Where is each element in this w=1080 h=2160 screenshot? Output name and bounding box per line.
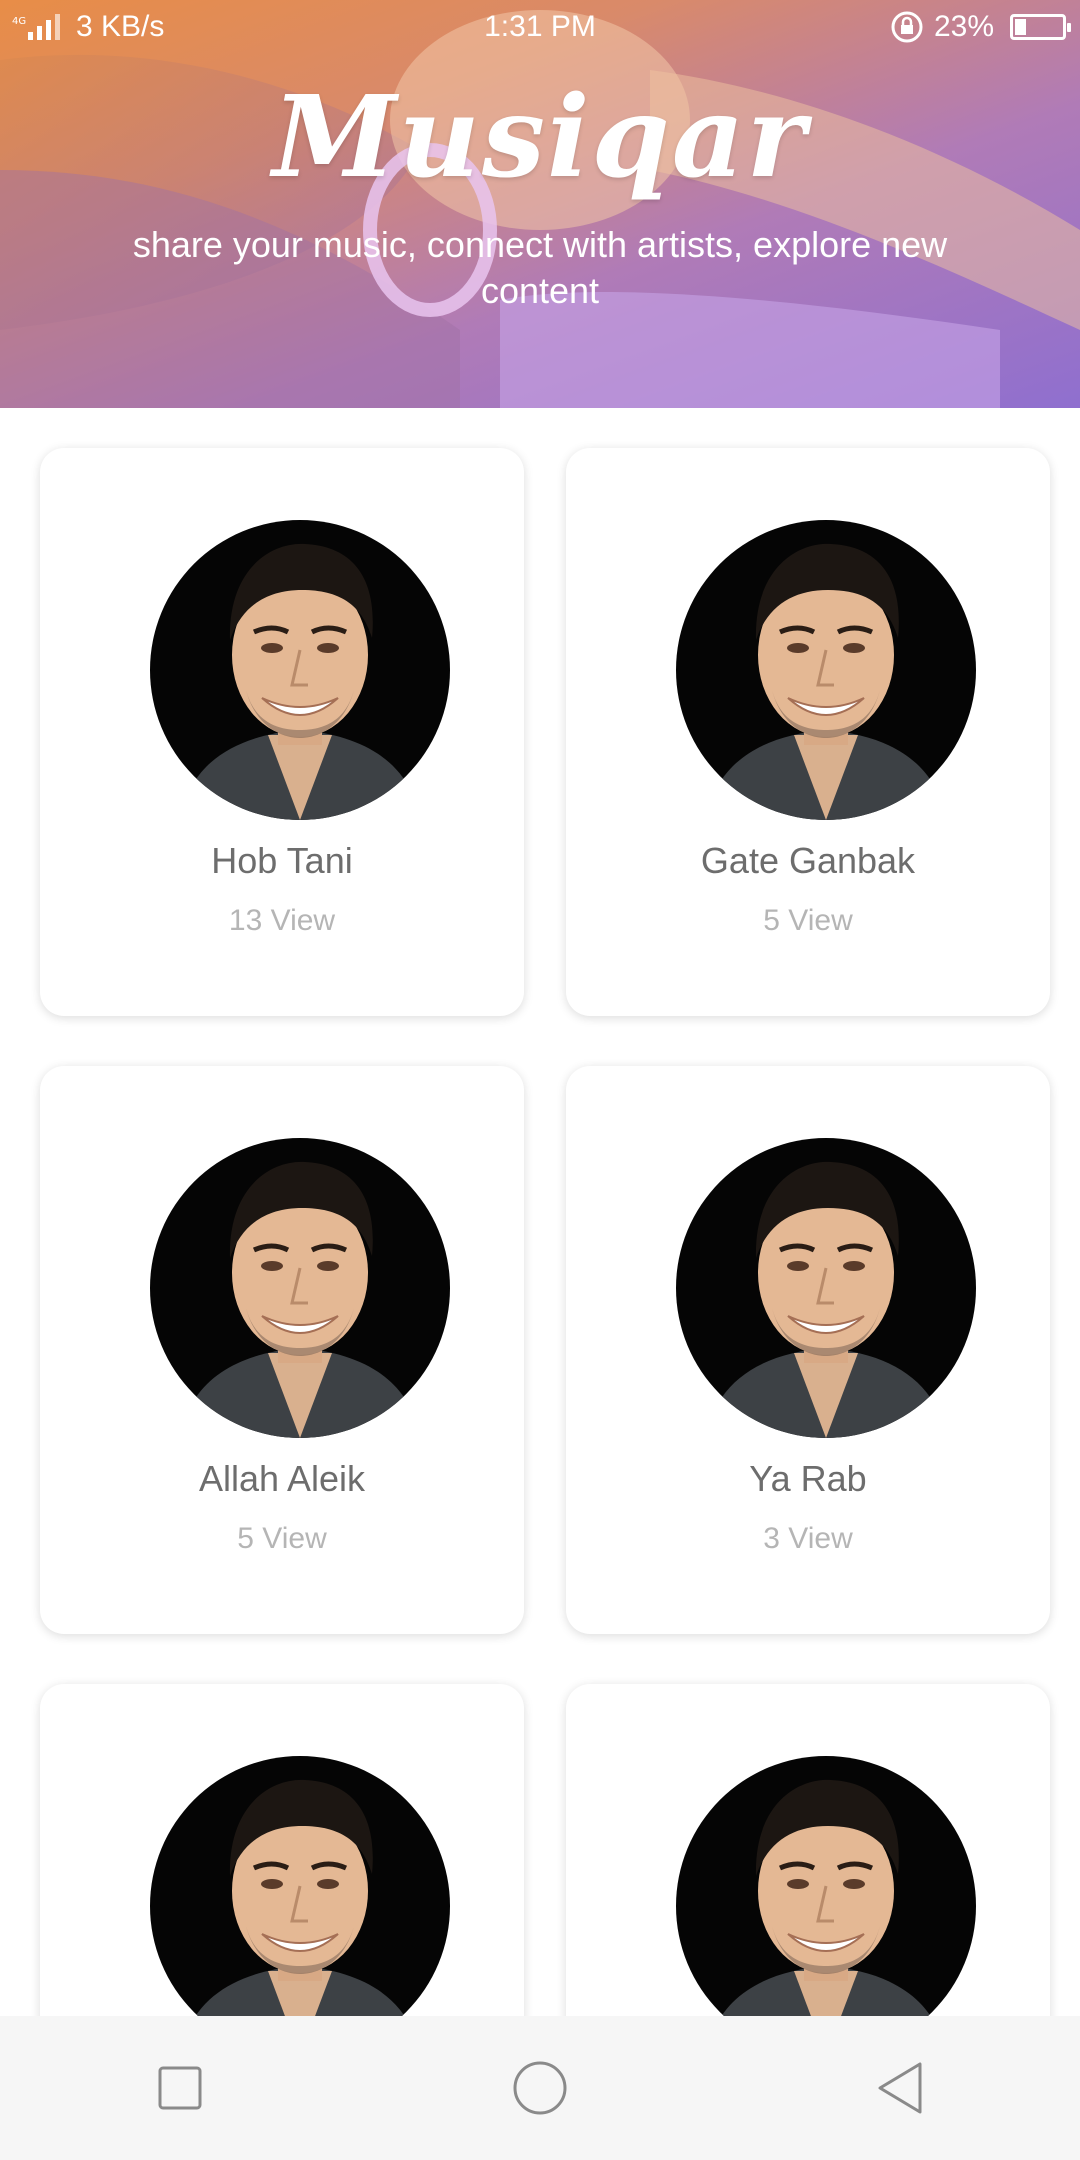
back-button[interactable] xyxy=(840,2028,960,2148)
song-views: 13 View xyxy=(228,904,336,937)
status-bar: 4G 3 KB/s 1:31 PM 23% xyxy=(0,0,1080,56)
song-title: Hob Tani xyxy=(211,840,353,881)
status-right: 23% xyxy=(890,10,1071,44)
system-nav-bar xyxy=(0,2016,1080,2160)
song-grid: Hob Tani 13 View Gate Ganbak 5 View Alla… xyxy=(40,448,1050,2160)
song-title: Allah Aleik xyxy=(198,1458,366,1499)
artist-photo xyxy=(676,520,976,820)
artist-avatar xyxy=(676,1138,976,1438)
song-title: Ya Rab xyxy=(749,1458,867,1499)
artist-avatar xyxy=(676,520,976,820)
song-card[interactable]: Ya Rab 3 View xyxy=(566,1066,1050,1634)
song-card[interactable]: Hob Tani 13 View xyxy=(40,448,524,1016)
artist-photo xyxy=(150,520,450,820)
home-icon xyxy=(513,2061,567,2115)
battery-level xyxy=(1015,19,1026,35)
artist-photo xyxy=(676,1138,976,1438)
song-title: Gate Ganbak xyxy=(700,840,916,881)
home-button[interactable] xyxy=(480,2028,600,2148)
song-card[interactable]: Allah Aleik 5 View xyxy=(40,1066,524,1634)
song-views: 3 View xyxy=(763,1522,853,1555)
artist-photo xyxy=(150,1756,450,2056)
song-card[interactable]: Gate Ganbak 5 View xyxy=(566,448,1050,1016)
battery-percent: 23% xyxy=(933,10,994,43)
rotation-lock-icon xyxy=(891,11,923,43)
recent-apps-button[interactable] xyxy=(120,2028,240,2148)
app-title: Musiqar xyxy=(272,72,808,203)
song-views: 5 View xyxy=(763,904,853,937)
artist-avatar xyxy=(150,1756,450,2056)
artist-avatar xyxy=(150,1138,450,1438)
artist-photo xyxy=(676,1756,976,2056)
artist-avatar xyxy=(150,520,450,820)
recent-apps-icon xyxy=(158,2066,202,2110)
header-banner: 4G 3 KB/s 1:31 PM 23% Musiqar share your… xyxy=(0,0,1080,408)
battery-icon xyxy=(1010,14,1071,40)
header-background-photo xyxy=(0,10,1080,408)
artist-avatar xyxy=(676,1756,976,2056)
screen: 4G 3 KB/s 1:31 PM 23% Musiqar share your… xyxy=(0,0,1080,2160)
artist-photo xyxy=(150,1138,450,1438)
song-views: 5 View xyxy=(237,1522,327,1555)
app-tagline: share your music, connect with artists, … xyxy=(132,224,948,311)
back-icon xyxy=(878,2062,922,2114)
